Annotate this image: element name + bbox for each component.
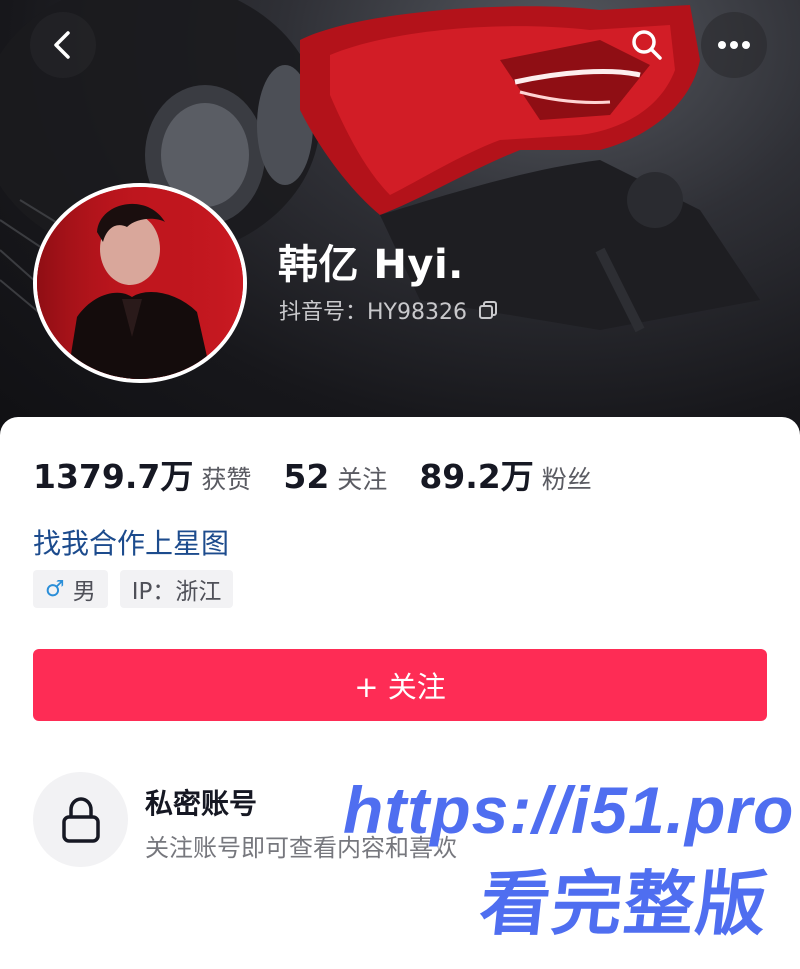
stat-label: 粉丝: [541, 465, 592, 494]
douyin-id[interactable]: 抖音号：HY98326: [279, 294, 499, 326]
lock-badge: [33, 772, 128, 867]
profile-nickname: 韩亿 Hyi.: [278, 242, 464, 288]
collab-link[interactable]: 找我合作上星图: [33, 522, 229, 562]
stats-row: 1379.7万 获赞 52 关注 89.2万 粉丝: [33, 450, 624, 498]
private-account-notice: 私密账号 关注账号即可查看内容和喜欢: [33, 772, 767, 872]
stat-label: 关注: [337, 465, 388, 494]
ip-location-label: IP：浙江: [131, 579, 222, 605]
lock-icon: [61, 796, 100, 843]
search-button[interactable]: [614, 12, 680, 78]
follow-button-label: + 关注: [354, 670, 446, 704]
more-options-button[interactable]: [701, 12, 767, 78]
douyin-id-text: 抖音号：HY98326: [279, 300, 467, 325]
ip-location-tag: IP：浙江: [119, 570, 234, 608]
search-icon: [632, 30, 662, 60]
stat-following[interactable]: 52 关注: [283, 457, 387, 496]
private-account-title: 私密账号: [145, 787, 258, 820]
back-arrow-icon: [54, 31, 70, 59]
private-account-description: 关注账号即可查看内容和喜欢: [145, 834, 457, 862]
follow-button[interactable]: + 关注: [33, 649, 767, 721]
copy-icon[interactable]: [477, 299, 499, 321]
stat-label: 获赞: [201, 465, 252, 494]
gender-tag: ♂ 男: [33, 570, 108, 608]
profile-tags: ♂ 男 IP：浙江: [33, 570, 234, 608]
male-icon: ♂: [45, 576, 65, 602]
back-button[interactable]: [30, 12, 96, 78]
stat-value: 1379.7万: [33, 457, 194, 496]
stat-likes[interactable]: 1379.7万 获赞: [33, 450, 251, 498]
profile-cover: 韩亿 Hyi. 抖音号：HY98326: [0, 0, 800, 440]
avatar[interactable]: [33, 183, 247, 383]
avatar-image: [37, 187, 243, 379]
stat-value: 52: [283, 457, 330, 496]
more-icon: [718, 41, 750, 49]
stat-followers[interactable]: 89.2万 粉丝: [419, 450, 591, 498]
stat-value: 89.2万: [419, 457, 534, 496]
gender-label: 男: [72, 579, 96, 605]
